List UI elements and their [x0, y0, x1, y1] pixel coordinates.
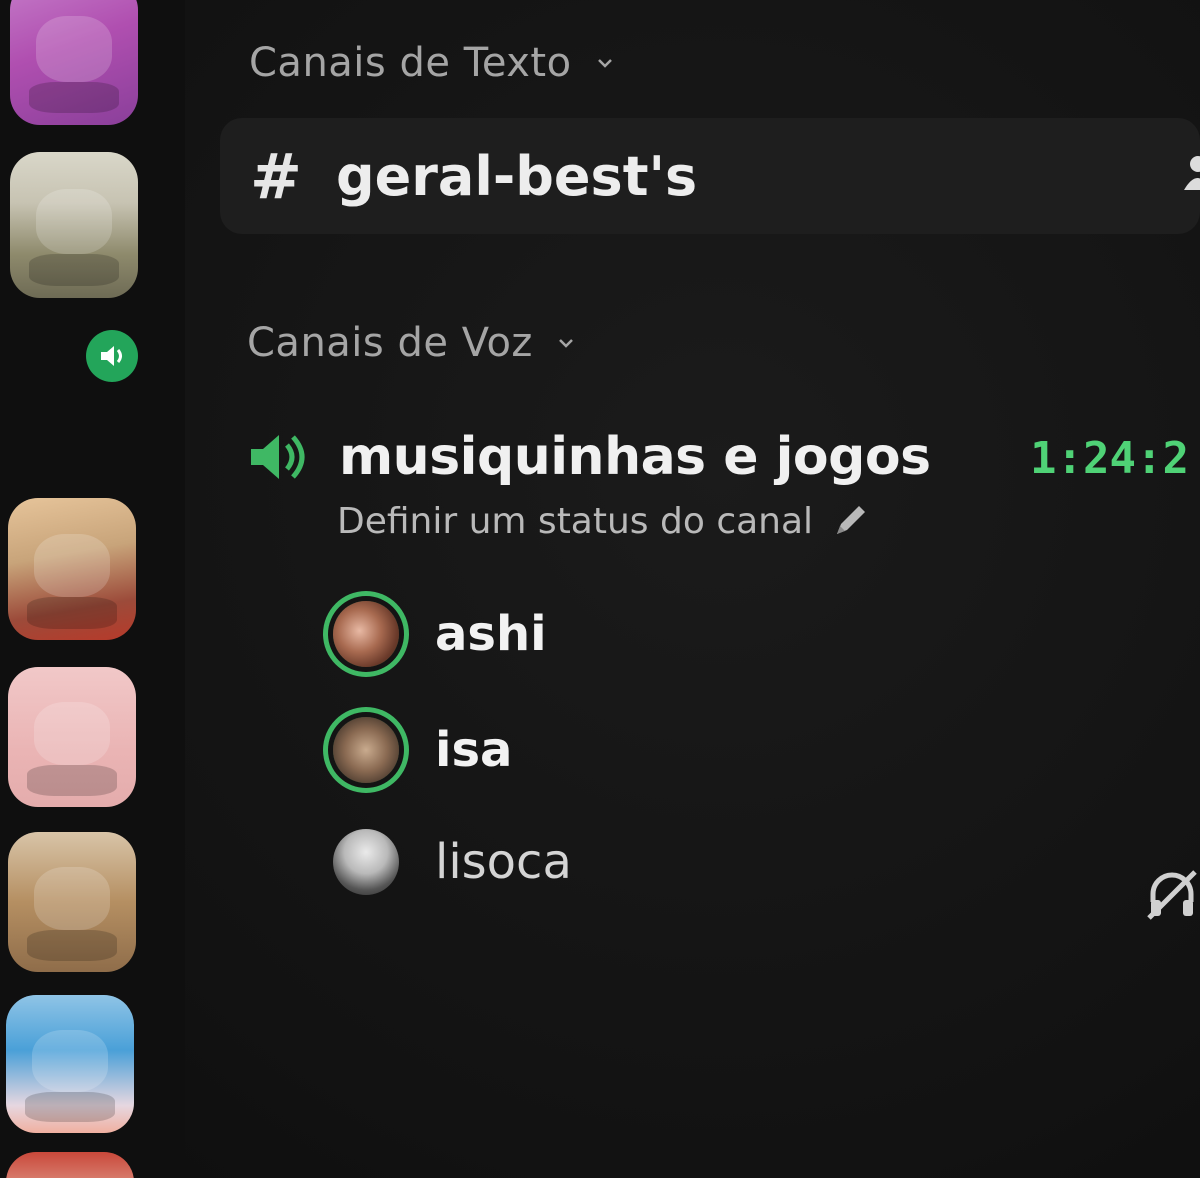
server-art — [35, 188, 113, 255]
category-voice-channels[interactable]: Canais de Voz — [247, 320, 577, 366]
server-icon[interactable] — [8, 498, 136, 640]
voice-member[interactable]: isa — [333, 708, 512, 792]
channel-name: geral-best's — [336, 144, 698, 208]
set-channel-status[interactable]: Definir um status do canal — [337, 500, 871, 542]
member-name: lisoca — [435, 834, 572, 890]
speaker-icon — [251, 435, 305, 479]
voice-member[interactable]: lisoca — [333, 820, 572, 904]
server-art — [35, 16, 113, 82]
server-icon[interactable] — [10, 152, 138, 298]
server-art-shadow — [27, 930, 117, 961]
voice-channel-name: musiquinhas e jogos — [339, 427, 931, 487]
avatar — [333, 829, 399, 895]
member-name: isa — [435, 722, 513, 778]
pencil-icon — [837, 506, 866, 534]
chevron-down-icon — [559, 339, 573, 348]
chevron-down-icon — [597, 59, 612, 68]
server-icon[interactable] — [8, 832, 136, 972]
call-timer: 1:24:2 — [1030, 433, 1189, 484]
server-art-shadow — [29, 254, 119, 287]
server-art-shadow — [25, 1091, 115, 1122]
category-text-channels[interactable]: Canais de Texto — [249, 40, 616, 86]
server-art-shadow — [29, 81, 119, 114]
server-icon[interactable] — [8, 667, 136, 807]
server-icon[interactable] — [10, 0, 138, 125]
server-art — [33, 867, 111, 930]
discord-window: Canais de Texto # geral-best's Canais de… — [0, 0, 1200, 1178]
channel-list: Canais de Texto # geral-best's Canais de… — [185, 0, 1200, 1178]
status-placeholder: Definir um status do canal — [337, 500, 814, 542]
add-member-icon[interactable] — [1180, 152, 1200, 192]
server-icon[interactable] — [6, 995, 134, 1133]
category-label: Canais de Texto — [249, 40, 572, 86]
server-art — [31, 1029, 109, 1092]
server-art-shadow — [27, 765, 117, 796]
server-art-shadow — [27, 597, 117, 629]
speaker-icon — [101, 346, 122, 366]
server-art — [33, 702, 111, 765]
avatar — [333, 717, 399, 783]
channel-geral-bests[interactable]: # geral-best's — [220, 118, 1200, 234]
hash-icon: # — [250, 139, 302, 213]
server-rail — [0, 0, 185, 1178]
deafened-icon — [1147, 870, 1197, 920]
server-art — [33, 533, 111, 598]
server-icon[interactable] — [6, 1152, 134, 1178]
voice-connected-icon — [86, 330, 138, 382]
category-label: Canais de Voz — [247, 320, 533, 366]
voice-member[interactable]: ashi — [333, 592, 547, 676]
member-name: ashi — [435, 606, 547, 662]
avatar — [333, 601, 399, 667]
